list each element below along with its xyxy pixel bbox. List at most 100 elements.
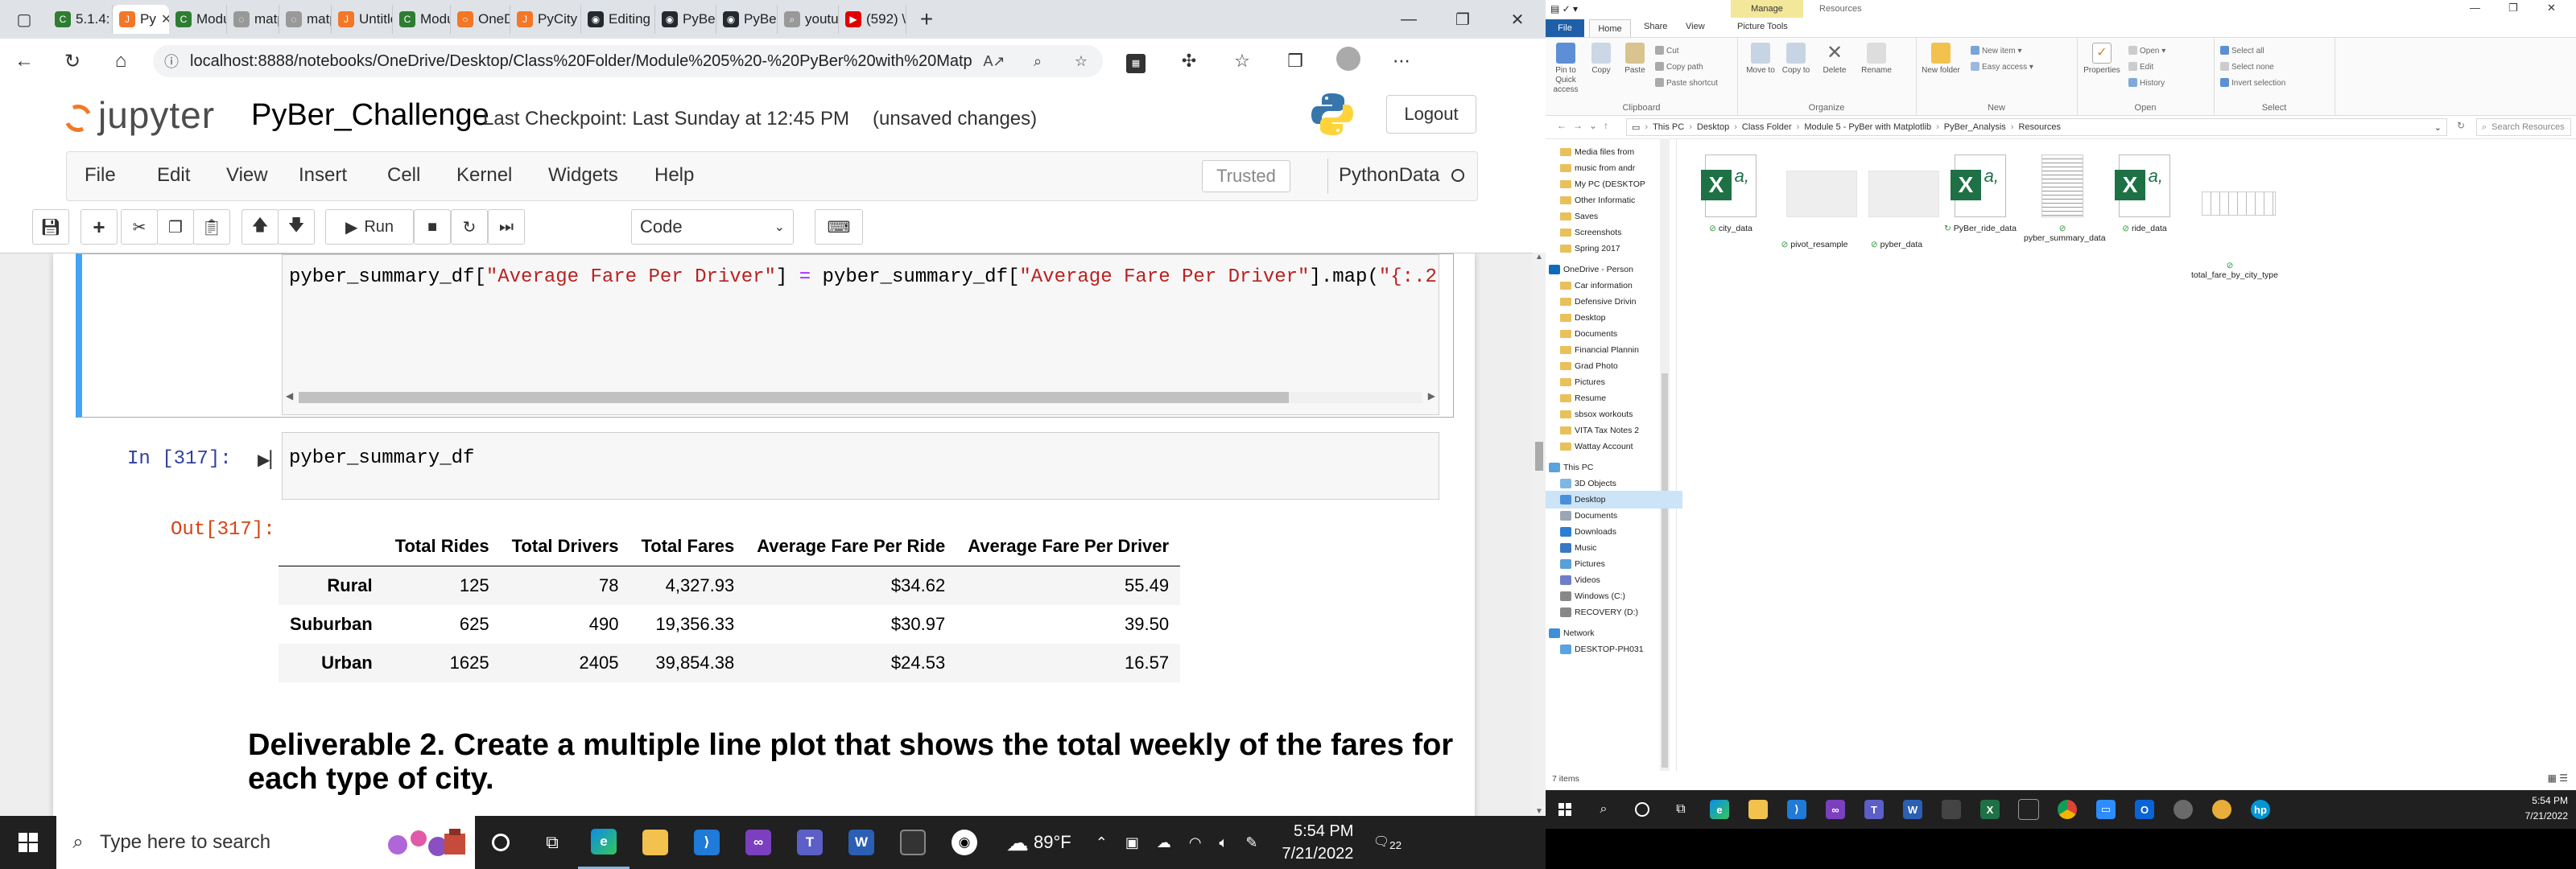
explorer-search-box[interactable]: ⌕ Search Resources xyxy=(2476,118,2571,136)
taskbar-search-box[interactable]: ⌕ Type here to search xyxy=(56,816,475,869)
paste-shortcut-button[interactable]: Paste shortcut xyxy=(1655,78,1718,88)
menu-view[interactable]: View xyxy=(226,164,268,187)
menu-widgets[interactable]: Widgets xyxy=(548,164,618,187)
nav-item[interactable]: Downloads xyxy=(1546,523,1682,541)
close-window-icon[interactable]: ✕ xyxy=(1493,0,1542,39)
browser-tab[interactable]: ◌matpl xyxy=(227,5,279,34)
file-item[interactable]: ⊘ pyber_summary_data xyxy=(2024,154,2106,243)
extension-icon[interactable]: ▦ xyxy=(1109,50,1162,73)
taskbar-github[interactable]: ◉ xyxy=(939,816,990,869)
recent-chevron-icon[interactable]: ⌄ xyxy=(1589,120,1597,131)
logout-button[interactable]: Logout xyxy=(1386,95,1476,134)
minimize-icon[interactable]: — xyxy=(1385,0,1433,39)
copy-icon[interactable]: ❐ xyxy=(157,209,194,245)
breadcrumb-item[interactable]: PyBer_Analysis xyxy=(1944,122,2006,132)
menu-insert[interactable]: Insert xyxy=(299,164,347,187)
code-cell-input-2[interactable]: pyber_summary_df xyxy=(282,432,1439,500)
run-button[interactable]: ▶ Run xyxy=(325,209,414,245)
nav-item[interactable]: DESKTOP-PH031 xyxy=(1546,640,1682,658)
file-item[interactable]: ⊘ pyber_data xyxy=(1858,154,1939,249)
properties-button[interactable]: ✓ Properties xyxy=(2082,43,2122,76)
nav-item[interactable]: Financial Plannin xyxy=(1546,341,1682,359)
file-item[interactable]: ⊘ total_fare_by_city_type xyxy=(2191,154,2278,280)
refresh-icon[interactable]: ↻ xyxy=(2457,120,2465,131)
favorites-icon[interactable]: ☆ xyxy=(1216,51,1269,72)
scroll-up-icon[interactable]: ▲ xyxy=(1535,253,1543,262)
restart-run-all-icon[interactable]: ⏭ xyxy=(488,209,525,245)
copy-to-button[interactable]: Copy to xyxy=(1776,43,1816,76)
edit-button[interactable]: Edit xyxy=(2128,62,2153,72)
nav-item[interactable]: This PC xyxy=(1546,459,1671,476)
maximize-icon[interactable]: ❐ xyxy=(1439,0,1487,39)
collapse-icon[interactable]: ▶▏ xyxy=(258,450,283,470)
read-aloud-icon[interactable]: A↗ xyxy=(972,53,1016,70)
ribbon-tab-file[interactable]: File xyxy=(1546,19,1584,37)
nav-item[interactable]: Spring 2017 xyxy=(1546,240,1682,257)
favorite-add-icon[interactable]: ☆ xyxy=(1059,53,1103,70)
nav-item[interactable]: 3D Objects xyxy=(1546,475,1682,492)
start-button[interactable] xyxy=(1546,790,1584,829)
browser-tab[interactable]: C 5.1.4: A xyxy=(48,5,113,34)
menu-file[interactable]: File xyxy=(85,164,116,187)
taskbar-outlook[interactable]: O xyxy=(2125,790,2164,829)
menu-help[interactable]: Help xyxy=(654,164,694,187)
wifi-icon[interactable]: ◠ xyxy=(1189,834,1202,851)
chevron-down-icon[interactable]: ⌄ xyxy=(2434,122,2442,133)
ribbon-tab-picture-tools[interactable]: Picture Tools xyxy=(1737,22,1788,31)
nav-item[interactable]: RECOVERY (D:) xyxy=(1546,603,1682,621)
task-view-icon[interactable]: ⧉ xyxy=(526,816,578,869)
browser-tab[interactable]: J Py ✕ xyxy=(113,5,169,34)
new-tab-button[interactable]: + xyxy=(906,6,947,32)
taskbar-monitor[interactable] xyxy=(1932,790,1971,829)
nav-item[interactable]: Other Informatic xyxy=(1546,192,1682,209)
info-icon[interactable]: ⓘ xyxy=(153,51,190,72)
file-item[interactable]: Xa, ⊘ ride_data xyxy=(2106,154,2183,233)
nav-item[interactable]: Screenshots xyxy=(1546,224,1682,241)
copy-path-button[interactable]: Copy path xyxy=(1655,62,1703,72)
select-all-button[interactable]: Select all xyxy=(2220,46,2264,56)
menu-cell[interactable]: Cell xyxy=(387,164,420,187)
code-cell-selected[interactable]: pyber_summary_df["Average Fare Per Drive… xyxy=(76,253,1454,418)
open-button[interactable]: Open ▾ xyxy=(2128,46,2165,56)
more-menu-icon[interactable]: ⋯ xyxy=(1375,51,1428,72)
breadcrumb-item[interactable]: Resources xyxy=(2018,122,2061,132)
nav-item[interactable]: Videos xyxy=(1546,571,1682,589)
up-icon[interactable]: ↑ xyxy=(1604,120,1608,131)
taskbar-word[interactable]: W xyxy=(836,816,887,869)
nav-item[interactable]: VITA Tax Notes 2 xyxy=(1546,422,1682,439)
pen-icon[interactable]: ✎ xyxy=(1245,834,1257,851)
minimize-icon[interactable]: — xyxy=(2470,2,2480,14)
cortana-icon[interactable] xyxy=(475,816,526,869)
nav-item[interactable]: OneDrive - Person xyxy=(1546,261,1671,278)
browser-tab[interactable]: J Untitle xyxy=(332,5,393,34)
browser-tab[interactable]: CModul xyxy=(169,5,227,34)
invert-selection-button[interactable]: Invert selection xyxy=(2220,78,2285,88)
easy-access-button[interactable]: Easy access ▾ xyxy=(1971,62,2033,72)
browser-tab[interactable]: CModul xyxy=(393,5,451,34)
jupyter-logo[interactable]: jupyter xyxy=(60,93,215,137)
move-to-button[interactable]: Move to xyxy=(1740,43,1781,76)
paste-button[interactable]: Paste xyxy=(1615,43,1655,76)
chevron-up-icon[interactable]: ⌃ xyxy=(1096,834,1108,851)
taskbar-edge[interactable]: e xyxy=(1700,790,1739,829)
taskbar-chrome[interactable] xyxy=(2048,790,2087,829)
maximize-icon[interactable]: ❐ xyxy=(2508,2,2518,14)
nav-item[interactable]: Pictures xyxy=(1546,555,1682,573)
insert-cell-icon[interactable]: + xyxy=(80,209,118,245)
browser-tab[interactable]: ◉ PyBer_ xyxy=(655,5,716,34)
nav-item[interactable]: Desktop xyxy=(1546,491,1682,509)
volume-icon[interactable]: 🔈︎ xyxy=(1220,834,1228,851)
taskbar-excel[interactable]: X xyxy=(1971,790,2009,829)
taskbar-edge[interactable]: e xyxy=(578,816,630,869)
taskbar-file-explorer[interactable] xyxy=(630,816,681,869)
right-clock[interactable]: 5:54 PM 7/21/2022 xyxy=(2525,793,2568,824)
nav-item[interactable]: Pictures xyxy=(1546,373,1682,391)
code-cell-input[interactable]: pyber_summary_df["Average Fare Per Drive… xyxy=(282,254,1439,415)
taskbar-terminal[interactable] xyxy=(2009,790,2048,829)
notebook-scrollbar[interactable]: ▲ ▼ xyxy=(1533,253,1546,816)
rename-button[interactable]: Rename xyxy=(1856,43,1897,76)
delete-button[interactable]: ✕ Delete xyxy=(1814,43,1855,76)
nav-item[interactable]: Grad Photo xyxy=(1546,357,1682,375)
taskbar-word[interactable]: W xyxy=(1893,790,1932,829)
menu-edit[interactable]: Edit xyxy=(157,164,190,187)
